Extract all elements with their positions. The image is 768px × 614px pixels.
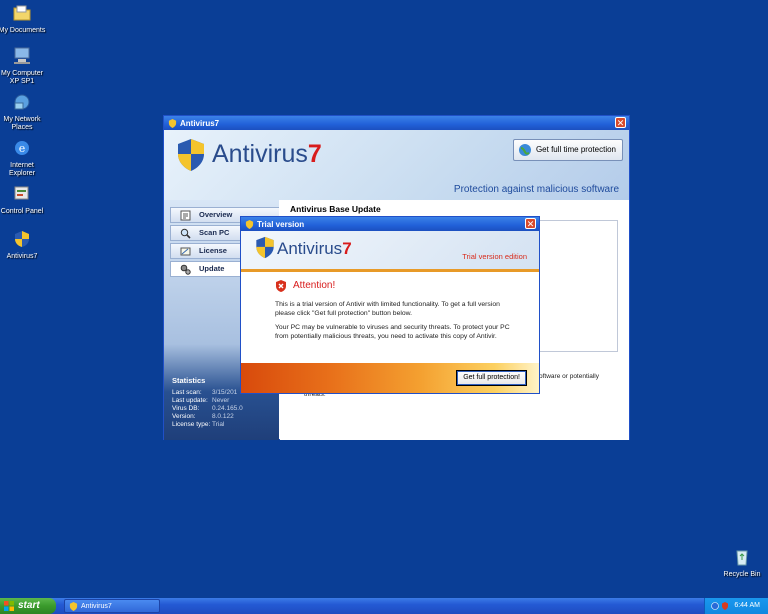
desktop-icon-my-computer[interactable]: My Computer XP SP1 xyxy=(0,47,52,86)
start-button[interactable]: start xyxy=(0,598,56,614)
stat-value: 0.24.165.0 xyxy=(212,405,243,412)
desktop-icon-my-network-places[interactable]: My Network Places xyxy=(0,93,52,132)
antivirus-logo-shield-icon xyxy=(256,236,274,259)
desktop-icon-label: My Network Places xyxy=(3,116,41,131)
statistics-row: Virus DB: 0.24.165.0 xyxy=(172,405,243,413)
folder-icon xyxy=(13,5,31,21)
dialog-logo-name: Antivirus xyxy=(277,239,343,258)
main-window-titlebar[interactable]: Antivirus7 xyxy=(164,116,629,130)
desktop-icon-recycle-bin[interactable]: Recycle Bin xyxy=(712,548,768,579)
stat-key: License type: xyxy=(172,421,211,428)
windows-flag-icon xyxy=(4,601,14,611)
dialog-paragraph-1: This is a trial version of Antivir with … xyxy=(275,301,500,317)
desktop-icon-label: Antivirus7 xyxy=(6,253,38,260)
dialog-footer: Get full protection! xyxy=(241,363,539,393)
gears-icon xyxy=(180,264,191,275)
clock: 6:44 AM xyxy=(734,602,760,609)
stat-key: Version: xyxy=(172,413,196,420)
desktop-icon-my-documents[interactable]: My Documents xyxy=(0,4,52,35)
computer-icon xyxy=(14,47,30,64)
svg-text:e: e xyxy=(19,142,26,155)
main-logo-name: Antivirus xyxy=(212,140,308,168)
statistics-row: Version: 8.0.122 xyxy=(172,413,243,421)
internet-explorer-icon: e xyxy=(15,141,29,155)
main-window-close-button[interactable]: ✕ xyxy=(615,117,626,128)
desktop-icon-label: My Documents xyxy=(0,27,46,34)
recycle-bin-icon xyxy=(736,550,748,566)
desktop-icon-label: Recycle Bin xyxy=(723,571,761,578)
network-icon xyxy=(14,94,30,110)
license-icon xyxy=(180,247,191,256)
main-logo: Antivirus7 xyxy=(212,140,322,169)
shield-icon xyxy=(69,602,78,611)
sidebar-item-label: Overview xyxy=(199,210,233,219)
desktop-icon-label: My Computer XP SP1 xyxy=(0,70,43,85)
taskbar: start Antivirus7 6:44 AM xyxy=(0,598,768,614)
taskbar-item-antivirus7[interactable]: Antivirus7 xyxy=(64,599,160,613)
main-banner: Antivirus7 Get full time protection Prot… xyxy=(164,130,629,200)
overview-icon xyxy=(180,210,191,221)
start-label: start xyxy=(18,600,40,611)
stat-value: Trial xyxy=(212,421,225,428)
dialog-titlebar[interactable]: Trial version xyxy=(241,217,539,231)
shield-icon xyxy=(15,231,29,247)
dialog-logo: Antivirus7 xyxy=(277,239,352,259)
dialog-banner: Antivirus7 Trial version edition xyxy=(241,231,539,272)
sidebar-item-label: License xyxy=(199,246,227,255)
tagline: Protection against malicious software xyxy=(453,184,619,195)
trial-version-dialog: Trial version ✕ Antivirus7 Trial version… xyxy=(240,216,540,394)
shield-icon xyxy=(168,118,177,128)
statistics-panel: Statistics Last scan: 3/15/201 Last updat… xyxy=(172,377,243,429)
main-window-title: Antivirus7 xyxy=(180,118,220,128)
stat-key: Last update: xyxy=(172,397,208,404)
stat-key: Virus DB: xyxy=(172,405,200,412)
shield-icon xyxy=(245,219,254,229)
attention-heading: Attention! xyxy=(293,280,336,291)
stat-value: Never xyxy=(212,397,230,404)
desktop-icon-label: Control Panel xyxy=(0,208,44,215)
desktop-icon-label: Internet Explorer xyxy=(8,162,36,177)
statistics-row: Last update: Never xyxy=(172,397,243,405)
dialog-title: Trial version xyxy=(257,219,305,229)
get-full-time-protection-label: Get full time protection xyxy=(535,145,616,154)
sidebar-item-label: Scan PC xyxy=(199,228,230,237)
antivirus-logo-shield-icon xyxy=(178,139,204,171)
globe-icon xyxy=(518,144,531,156)
taskbar-item-label: Antivirus7 xyxy=(81,603,112,610)
dialog-paragraph-2: Your PC may be vulnerable to viruses and… xyxy=(275,324,510,340)
dialog-logo-number: 7 xyxy=(342,239,352,258)
system-tray: 6:44 AM xyxy=(704,598,768,614)
desktop-icon-internet-explorer[interactable]: e Internet Explorer xyxy=(0,139,52,178)
main-logo-number: 7 xyxy=(307,140,322,168)
magnifier-icon xyxy=(180,228,191,239)
close-icon: ✕ xyxy=(616,118,625,128)
dialog-close-button[interactable]: ✕ xyxy=(525,218,536,229)
get-full-time-protection-button[interactable]: Get full time protection xyxy=(512,139,623,161)
get-full-protection-button[interactable]: Get full protection! xyxy=(456,370,527,386)
info-icon[interactable] xyxy=(711,602,719,610)
content-title: Antivirus Base Update xyxy=(290,204,381,214)
trial-edition-label: Trial version edition xyxy=(462,252,527,261)
desktop-icon-control-panel[interactable]: Control Panel xyxy=(0,185,52,216)
security-shield-icon[interactable] xyxy=(721,602,729,610)
statistics-title: Statistics xyxy=(172,376,206,385)
stat-value: 8.0.122 xyxy=(212,413,234,420)
desktop-icon-antivirus7[interactable]: Antivirus7 xyxy=(0,230,52,261)
sidebar-item-label: Update xyxy=(199,264,225,273)
warning-shield-icon xyxy=(276,280,286,292)
stat-value: 3/15/201 xyxy=(212,389,238,396)
stat-key: Last scan: xyxy=(172,389,202,396)
statistics-row: Last scan: 3/15/201 xyxy=(172,389,243,397)
statistics-row: License type: Trial xyxy=(172,421,243,429)
close-icon: ✕ xyxy=(526,219,535,229)
control-panel-icon xyxy=(14,186,29,200)
